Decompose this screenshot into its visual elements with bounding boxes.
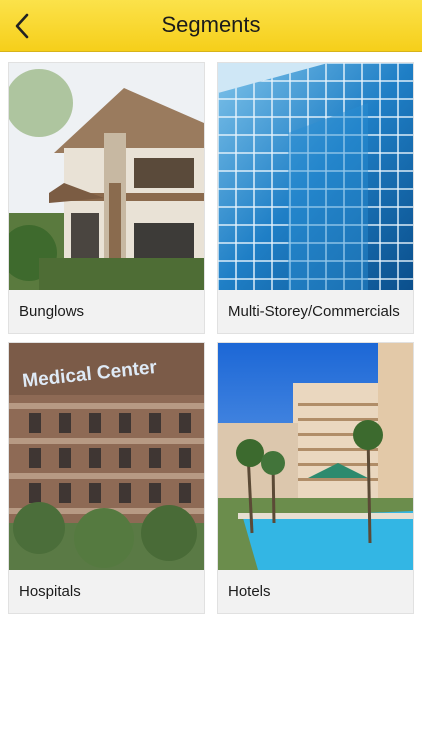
segments-grid: Bunglows Multi-Storey/Commercials Medica… <box>8 62 414 614</box>
bunglow-photo <box>9 63 204 290</box>
segment-label: Hotels <box>228 583 271 600</box>
hotel-photo <box>218 343 413 570</box>
hospital-photo: Medical Center <box>9 343 204 570</box>
segment-label: Hospitals <box>19 583 81 600</box>
app-header: Segments <box>0 0 422 52</box>
glass-building-photo <box>218 63 413 290</box>
page-title: Segments <box>161 12 261 37</box>
segment-card-hospitals[interactable]: Medical Center Hospitals <box>8 342 205 614</box>
segment-card-bunglows[interactable]: Bunglows <box>8 62 205 334</box>
segment-label: Bunglows <box>19 303 85 320</box>
segment-card-hotels[interactable]: Hotels <box>217 342 414 614</box>
segment-label: Multi-Storey/Commercials <box>228 303 400 320</box>
segment-card-multi-storey[interactable]: Multi-Storey/Commercials <box>217 62 414 334</box>
